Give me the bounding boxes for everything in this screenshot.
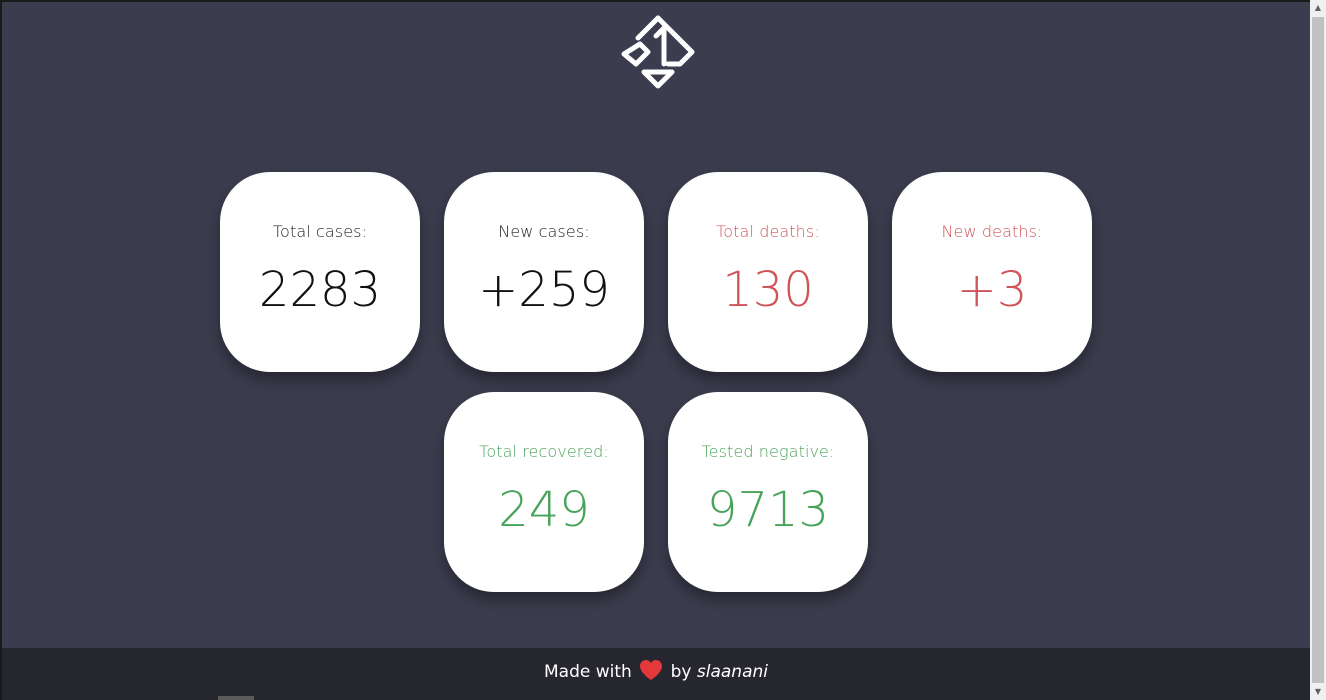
- footer-made-with: Made with: [544, 662, 632, 682]
- tested-negative-label: Tested negative:: [701, 442, 835, 461]
- scroll-down-arrow-icon[interactable]: ▼: [1310, 684, 1326, 700]
- vertical-scrollbar[interactable]: ▲ ▼: [1310, 0, 1326, 700]
- tested-negative-card: Tested negative: 9713: [668, 392, 868, 592]
- new-deaths-card: New deaths: +3: [892, 172, 1092, 372]
- brand-logo-icon[interactable]: [618, 14, 698, 94]
- total-cases-value: 2283: [258, 262, 382, 318]
- page: Total cases: 2283 New cases: +259 Total …: [0, 0, 1310, 700]
- horizontal-scroll-indicator[interactable]: [218, 696, 254, 700]
- footer-author-link[interactable]: slaanani: [697, 662, 768, 682]
- total-deaths-card: Total deaths: 130: [668, 172, 868, 372]
- new-deaths-label: New deaths:: [941, 222, 1043, 241]
- total-recovered-value: 249: [498, 482, 590, 538]
- new-cases-card: New cases: +259: [444, 172, 644, 372]
- scroll-up-arrow-icon[interactable]: ▲: [1310, 0, 1326, 16]
- tested-negative-value: 9713: [706, 482, 830, 538]
- new-deaths-value: +3: [956, 262, 1028, 318]
- footer-by: by: [670, 662, 692, 682]
- total-cases-label: Total cases:: [272, 222, 368, 241]
- total-recovered-label: Total recovered:: [479, 442, 609, 461]
- new-cases-value: +259: [478, 262, 610, 318]
- total-deaths-value: 130: [722, 262, 814, 318]
- new-cases-label: New cases:: [498, 222, 590, 241]
- heart-icon: [640, 660, 663, 680]
- total-deaths-label: Total deaths:: [716, 222, 820, 241]
- total-cases-card: Total cases: 2283: [220, 172, 420, 372]
- footer: Made with by slaanani: [2, 648, 1310, 700]
- scrollbar-thumb[interactable]: [1312, 17, 1324, 683]
- total-recovered-card: Total recovered: 249: [444, 392, 644, 592]
